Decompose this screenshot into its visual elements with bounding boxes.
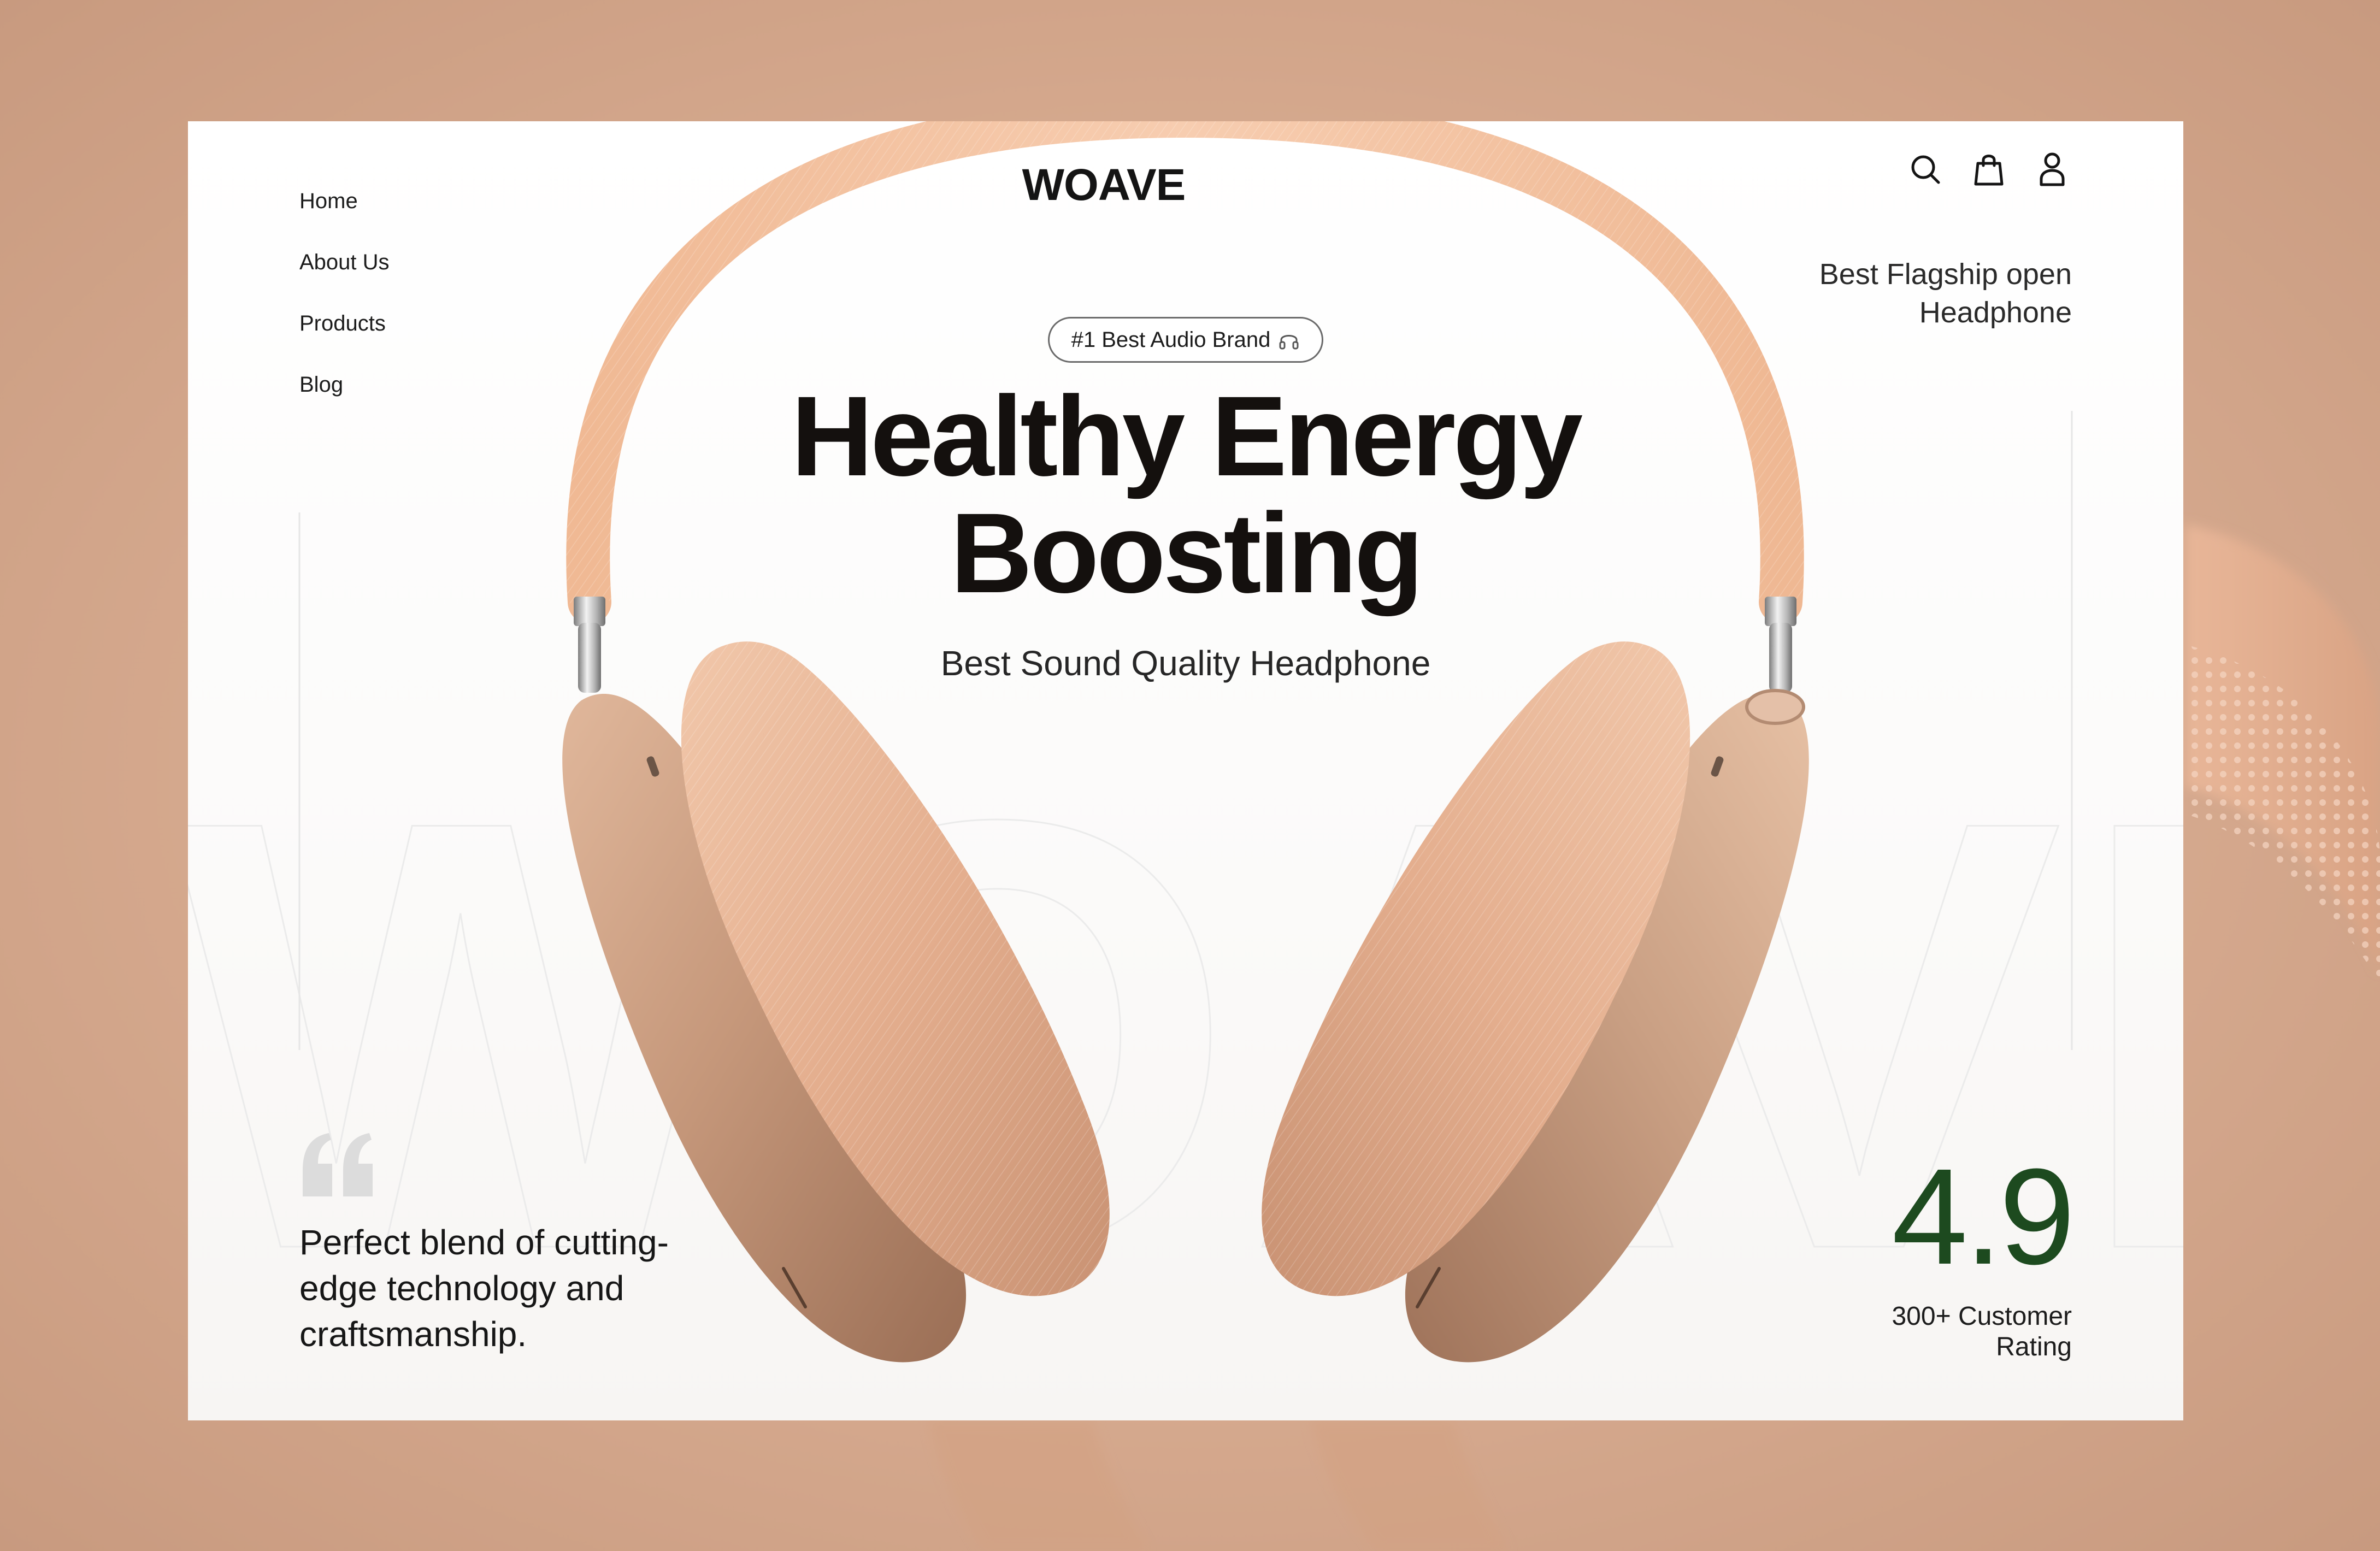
headphone-icon	[1279, 335, 1299, 350]
hero-title-line-2: Boosting	[950, 490, 1423, 617]
nav-link-home[interactable]: Home	[299, 170, 390, 232]
brand-badge: #1 Best Audio Brand	[1048, 317, 1323, 363]
search-icon	[1911, 155, 1940, 184]
rating-label: 300+ Customer Rating	[1892, 1302, 2072, 1361]
nav-link-about-us[interactable]: About Us	[299, 232, 390, 293]
quote-icon	[303, 1133, 373, 1196]
badge-text: #1 Best Audio Brand	[1071, 327, 1271, 352]
brand-logo[interactable]: WOAVE	[940, 160, 1268, 211]
hero-title-line-1: Healthy Energy	[791, 373, 1583, 500]
main-nav: Home About Us Products Blog	[299, 170, 390, 415]
account-button[interactable]	[2036, 150, 2069, 189]
search-button[interactable]	[1909, 150, 1942, 189]
cart-button[interactable]	[1972, 150, 2005, 189]
nav-link-products[interactable]: Products	[299, 293, 390, 354]
hero-title: Healthy Energy Boosting	[694, 378, 1677, 612]
testimonial-text: Perfect blend of cutting-edge technology…	[299, 1223, 669, 1354]
user-icon	[2040, 152, 2065, 186]
rating-value: 4.9	[1892, 1140, 2075, 1293]
hero-subtitle: Best Sound Quality Headphone	[940, 644, 1431, 683]
flagship-tagline: Best Flagship open Headphone	[1819, 258, 2072, 329]
hero-card: WOAVE Home About Us Products Blog	[188, 121, 2183, 1420]
shopping-bag-icon	[1974, 155, 2004, 186]
nav-link-blog[interactable]: Blog	[299, 354, 390, 415]
header-actions	[1909, 150, 2069, 189]
